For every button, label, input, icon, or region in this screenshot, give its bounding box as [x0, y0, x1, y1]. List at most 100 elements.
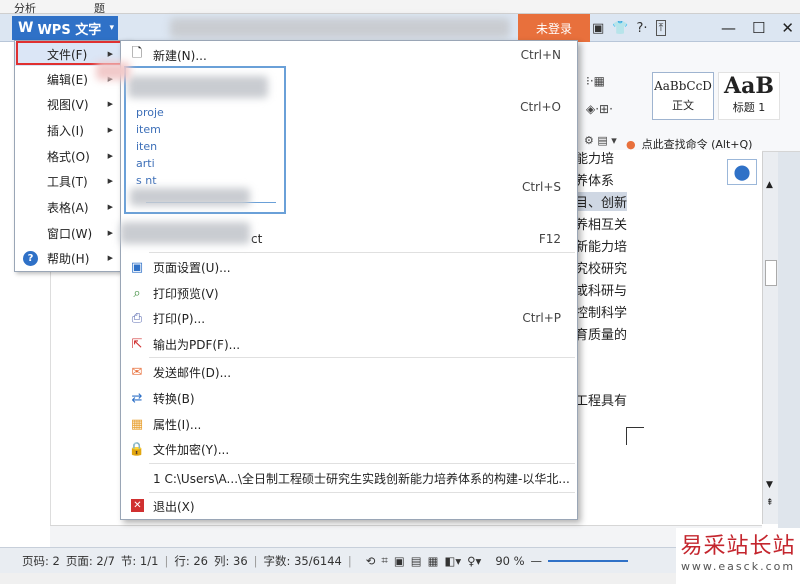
menu-item-label: 打印(P)... [153, 311, 206, 326]
watermark-title: 易采站长站 [680, 534, 796, 559]
watermark-url: www.easck.com [680, 560, 796, 573]
chevron-down-icon: ▾ [109, 23, 114, 33]
status-page-no: 页码: 2 [22, 553, 60, 568]
menu-item-label: 表格(A) [47, 200, 89, 215]
menu-item-export-pdf[interactable]: ⇱ 输出为PDF(F)... [121, 332, 577, 356]
menu-item-label: 转换(B) [153, 391, 195, 406]
menu-item-encrypt[interactable]: 🔒 文件加密(Y)... [121, 437, 577, 461]
style-normal[interactable]: AaBbCcD 正文 [652, 72, 714, 120]
menu-item-label: 插入(I) [47, 123, 84, 138]
pdf-icon: ⇱ [131, 336, 143, 352]
zoom-out-icon[interactable]: — [531, 554, 543, 568]
revision-icon[interactable]: ⟲ [366, 554, 376, 568]
lock-icon: 🔒 [128, 441, 146, 457]
eye-protect-icon[interactable]: ♀▾ [467, 554, 481, 568]
bulb-icon: ● [626, 137, 636, 151]
printer-icon: ⎙ [131, 310, 143, 326]
status-words[interactable]: 字数: 35/6144 [264, 553, 342, 569]
menu-item-label: ct [251, 232, 263, 246]
menu-item-view[interactable]: 视图(V) ▶ [15, 92, 131, 116]
zoom-slider[interactable] [548, 559, 629, 562]
minimize-icon[interactable]: — [721, 19, 736, 37]
page-view-icon[interactable]: ▣ [394, 554, 405, 568]
menu-item-insert[interactable]: 插入(I) ▶ [15, 118, 131, 142]
shortcut-label: Ctrl+O [520, 100, 561, 114]
scroll-up-icon[interactable]: ▲ [766, 180, 773, 190]
maximize-icon[interactable]: ☐ [752, 19, 765, 37]
shirt-icon[interactable]: 👕 [612, 21, 628, 36]
submenu-arrow-icon: ▶ [107, 177, 113, 185]
preview-line: item [136, 123, 161, 136]
submenu-arrow-icon: ▶ [107, 203, 113, 211]
menu-item-page-setup[interactable]: ▣ 页面设置(U)... [121, 255, 577, 279]
doc-line: 或科研与 [575, 284, 628, 299]
prev-page-icon[interactable]: ⇞ [766, 498, 774, 508]
menu-item-label: 退出(X) [153, 499, 195, 514]
site-watermark: 易采站长站 www.easck.com [676, 528, 800, 584]
wps-logo-icon: W [18, 20, 34, 36]
paragraph-icons[interactable]: ⚙ ▤ ▾ [584, 134, 617, 147]
menu-item-label: 1 C:\Users\A...\全日制工程硕士研究生实践创新能力培养体系的构建-… [153, 471, 570, 486]
new-doc-icon: 🗋 [131, 46, 143, 61]
menu-item-new[interactable]: 🗋 新建(N)... Ctrl+N [121, 43, 577, 67]
top-strip: 分析 题 [0, 0, 800, 15]
scroll-thumb[interactable] [765, 260, 777, 286]
preview-line: iten [136, 140, 158, 153]
shortcut-label: Ctrl+S [521, 180, 561, 194]
line-spacing-icon[interactable]: ⁝·▦ [586, 74, 605, 88]
help-icon[interactable]: ?· [636, 21, 647, 36]
doc-line: 控制科学 [575, 306, 628, 321]
status-pages: 页面: 2/7 [65, 553, 115, 568]
shortcut-label: F12 [538, 232, 561, 246]
scroll-down-icon[interactable]: ▼ [766, 480, 773, 490]
shading-icon[interactable]: ◈·⊞· [586, 102, 613, 116]
submenu-arrow-icon: ▶ [107, 152, 113, 160]
menu-item-format[interactable]: 格式(O) ▶ [15, 144, 131, 168]
close-icon[interactable]: ✕ [781, 19, 794, 37]
style-heading1[interactable]: AaB 标题 1 [718, 72, 780, 120]
menu-item-tools[interactable]: 工具(T) ▶ [15, 169, 131, 193]
convert-icon: ⇄ [131, 390, 143, 406]
style-normal-sample: AaBbCcD [654, 79, 712, 93]
horizontal-scrollbar[interactable] [50, 525, 762, 547]
submenu-arrow-icon: ▶ [107, 254, 113, 262]
menu-item-convert[interactable]: ⇄ 转换(B) [121, 386, 577, 410]
web-view-icon[interactable]: ▦ [428, 554, 439, 568]
redacted-region [128, 76, 268, 98]
menu-item-table[interactable]: 表格(A) ▶ [15, 195, 131, 219]
menu-item-label: 打印预览(V) [153, 286, 219, 301]
fullscreen-icon[interactable]: ⌗ [381, 553, 387, 568]
menu-item-label: 属性(I)... [153, 417, 202, 432]
properties-icon: ▦ [130, 416, 144, 432]
menu-item-window[interactable]: 窗口(W) ▶ [15, 221, 131, 245]
menu-item-label: 发送邮件(D)... [153, 365, 232, 380]
status-row: 行: 26 [174, 553, 208, 568]
menu-item-print[interactable]: ⎙ 打印(P)... Ctrl+P [121, 306, 577, 330]
menu-item-properties[interactable]: ▦ 属性(I)... [121, 412, 577, 436]
exit-icon: ✕ [131, 499, 144, 512]
menu-item-print-preview[interactable]: ⌕ 打印预览(V) [121, 281, 577, 305]
menu-item-label: 窗口(W) [47, 226, 93, 241]
redacted-region [120, 222, 250, 244]
login-button[interactable]: 未登录 [518, 14, 590, 42]
status-zoom[interactable]: 90 % [495, 554, 524, 568]
preview-line: arti [136, 157, 155, 170]
menu-item-help[interactable]: ? 帮助(H) ▶ [15, 246, 131, 270]
menu-item-exit[interactable]: ✕ 退出(X) [121, 494, 577, 518]
outline-view-icon[interactable]: ▤ [411, 554, 422, 568]
reading-view-icon[interactable]: ◧▾ [444, 554, 461, 568]
status-section: 节: 1/1 [120, 553, 159, 568]
shortcut-label: Ctrl+P [522, 311, 561, 325]
doc-line: 目、创新 [575, 192, 628, 211]
vertical-scrollbar[interactable]: ▲ ▼ ⇞ [762, 152, 778, 524]
menu-item-label: 文件加密(Y)... [153, 442, 230, 457]
menu-item-recent-file[interactable]: 1 C:\Users\A...\全日制工程硕士研究生实践创新能力培养体系的构建-… [121, 466, 577, 490]
doc-line: 究校研究 [575, 262, 628, 277]
location-pin-icon[interactable]: ⬤ [727, 159, 757, 185]
skin-icon[interactable]: ▣ [592, 21, 604, 36]
submenu-arrow-icon: ▶ [107, 126, 113, 134]
doc-line: 养体系 [575, 174, 615, 189]
wps-menu-button[interactable]: W WPS 文字 ▾ [12, 16, 118, 40]
menu-item-send-mail[interactable]: ✉ 发送邮件(D)... [121, 360, 577, 384]
ribbon-toggle-icon[interactable]: ⤒ [655, 20, 667, 36]
